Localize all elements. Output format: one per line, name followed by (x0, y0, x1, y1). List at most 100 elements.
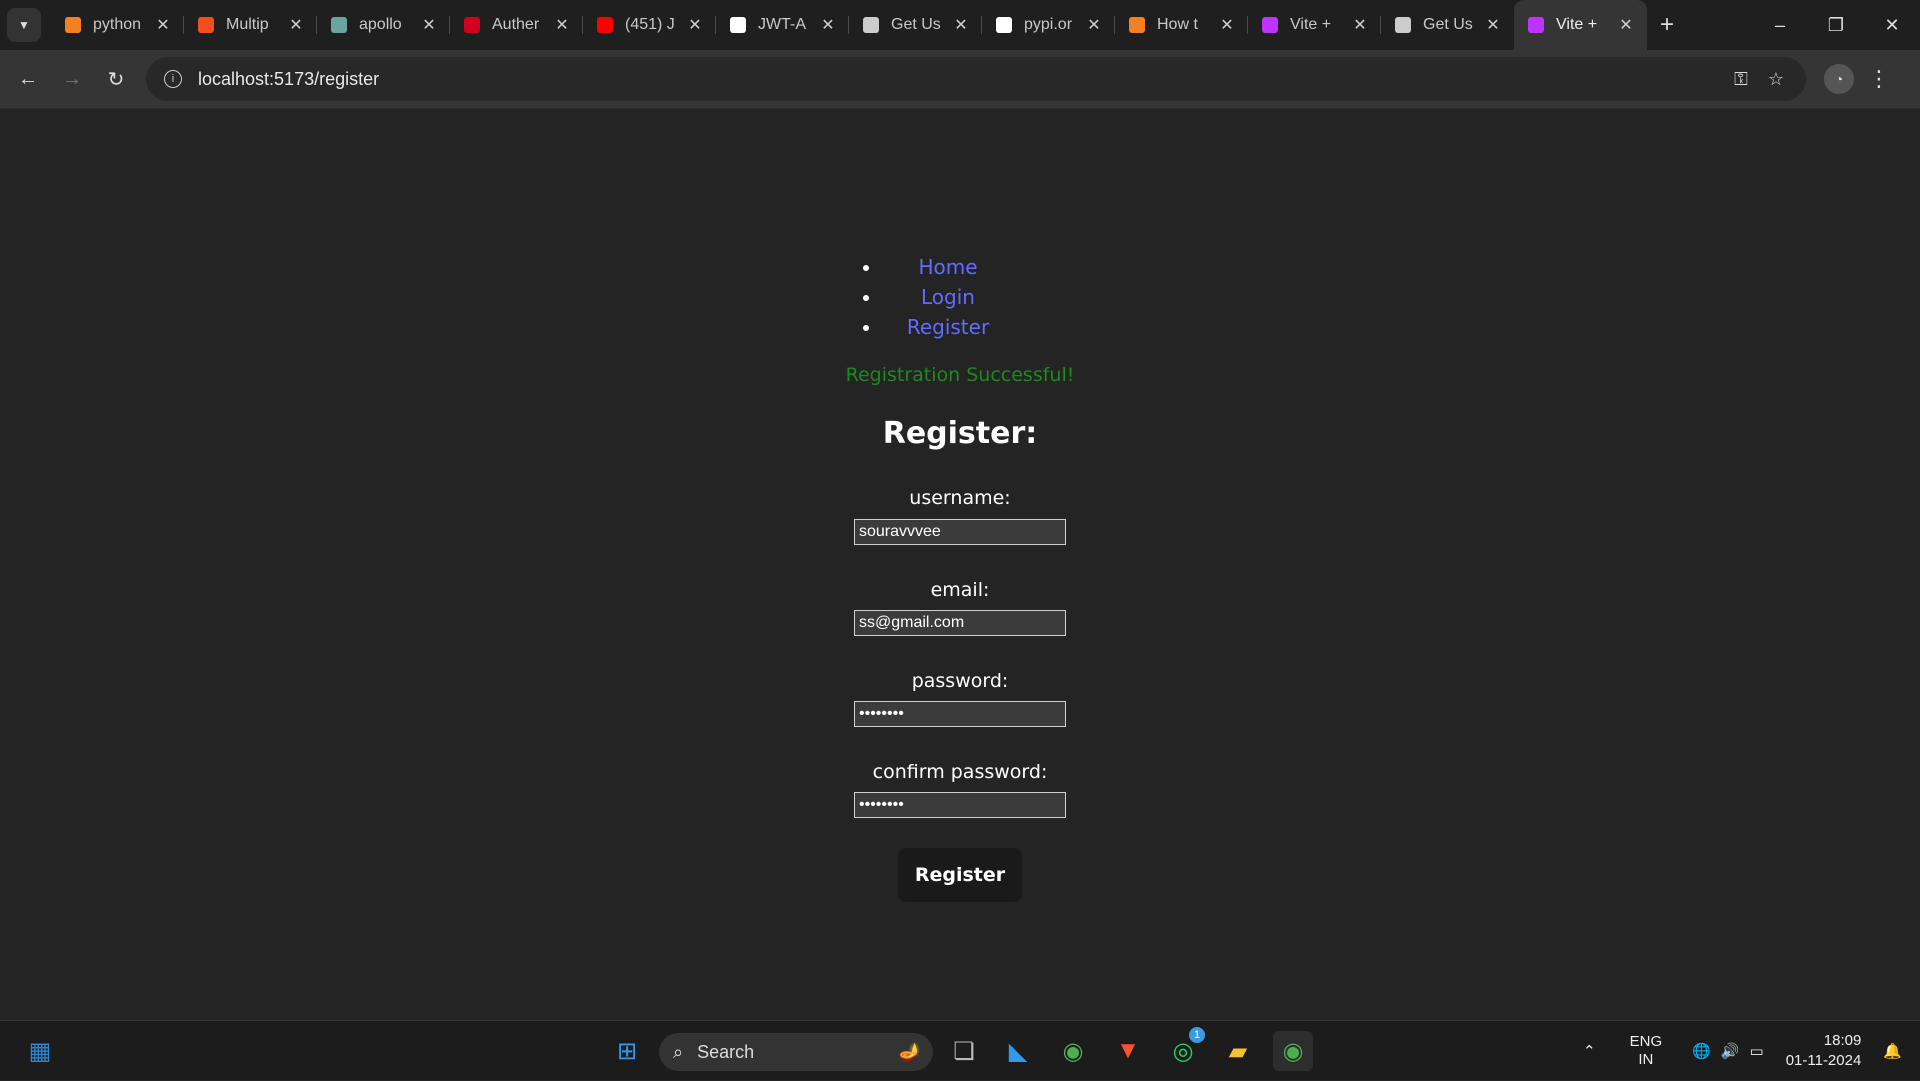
lang-top: ENG (1629, 1033, 1663, 1050)
close-tab-icon[interactable]: ✕ (1484, 15, 1502, 35)
close-tab-icon[interactable]: ✕ (287, 15, 305, 35)
close-tab-icon[interactable]: ✕ (1085, 15, 1103, 35)
register-link[interactable]: Register (882, 312, 1014, 342)
brave-icon[interactable]: ▼ (1108, 1031, 1148, 1071)
notification-badge: 1 (1189, 1027, 1205, 1043)
person-icon: ◔ (1834, 71, 1844, 87)
browser-tab[interactable]: Get Us ✕ (1381, 0, 1514, 50)
tab-title: Get Us (1423, 16, 1473, 33)
close-tab-icon[interactable]: ✕ (1617, 15, 1635, 35)
confirm-password-field[interactable] (854, 792, 1066, 818)
browser-tab[interactable]: pypi.or ✕ (982, 0, 1115, 50)
home-link[interactable]: Home (882, 252, 1014, 282)
tab-title: Vite + (1290, 16, 1332, 33)
browser-tab[interactable]: (451) J ✕ (583, 0, 716, 50)
email-field[interactable] (854, 610, 1066, 636)
browser-menu-button[interactable]: ⋮ (1868, 66, 1890, 92)
volume-icon[interactable]: 🔊 (1721, 1042, 1740, 1060)
password-field[interactable] (854, 701, 1066, 727)
back-button[interactable]: ← (6, 57, 50, 101)
browser-tab[interactable]: Get Us ✕ (849, 0, 982, 50)
battery-icon[interactable]: ▭ (1750, 1042, 1764, 1060)
system-tray: ⌃ ENG IN 🌐 🔊 ▭ 18:09 01-11-2024 🔔 (1583, 1021, 1920, 1081)
close-tab-icon[interactable]: ✕ (154, 15, 172, 35)
page-title: Register: (882, 416, 1038, 451)
tab-title: Vite + (1556, 16, 1598, 33)
plus-icon: + (1659, 11, 1674, 38)
forward-button[interactable]: → (50, 57, 94, 101)
profile-avatar[interactable]: ◔ (1824, 64, 1854, 94)
clock-date: 01-11-2024 (1785, 1052, 1862, 1069)
back-arrow-icon: ← (18, 67, 38, 90)
site-nav: Home Login Register (882, 252, 1014, 342)
apollo-icon (331, 17, 347, 33)
bookmark-star-icon[interactable]: ☆ (1768, 69, 1784, 90)
file-explorer-icon[interactable]: ▰ (1218, 1031, 1258, 1071)
close-window-button[interactable]: ✕ (1864, 0, 1920, 50)
clock[interactable]: 18:09 01-11-2024 (1786, 1031, 1862, 1071)
browser-tab[interactable]: Multip ✕ (184, 0, 317, 50)
restore-button[interactable]: ❐ (1808, 0, 1864, 50)
tab-title: pypi.or (1024, 16, 1073, 33)
username-label: username: (909, 487, 1011, 509)
browser-tab[interactable]: How t ✕ (1115, 0, 1248, 50)
page-content: Home Login Register Registration Success… (0, 110, 1920, 1020)
nav-item-login: Login (882, 282, 1014, 312)
chrome-active-icon[interactable]: ◉ (1273, 1031, 1313, 1071)
github-icon (730, 17, 746, 33)
lang-bottom: IN (1638, 1051, 1654, 1068)
close-tab-icon[interactable]: ✕ (553, 15, 571, 35)
browser-tab[interactable]: apollo ✕ (317, 0, 450, 50)
vscode-icon[interactable]: ◣ (998, 1031, 1038, 1071)
tab-search-button[interactable]: ▼ (7, 8, 41, 42)
browser-tab[interactable]: Auther ✕ (450, 0, 583, 50)
close-tab-icon[interactable]: ✕ (686, 15, 704, 35)
diwali-highlight-icon: 🪔 (898, 1041, 921, 1062)
tab-title: (451) J (625, 16, 675, 33)
address-bar[interactable]: i localhost:5173/register ⚿ ☆ (146, 57, 1806, 101)
network-icon[interactable]: 🌐 (1692, 1042, 1711, 1060)
nav-item-register: Register (882, 312, 1014, 342)
close-tab-icon[interactable]: ✕ (1351, 15, 1369, 35)
site-info-icon[interactable]: i (164, 70, 182, 88)
close-tab-icon[interactable]: ✕ (1218, 15, 1236, 35)
register-button[interactable]: Register (898, 848, 1022, 902)
notification-bell-icon[interactable]: 🔔 (1883, 1042, 1902, 1060)
close-tab-icon[interactable]: ✕ (952, 15, 970, 35)
task-view-icon[interactable]: ❏ (944, 1031, 984, 1071)
key-icon[interactable]: ⚿ (1734, 69, 1748, 90)
tab-list: python ✕ Multip ✕ apollo ✕ Auther ✕ (451) J ✕ JWT-… (51, 0, 1647, 50)
close-tab-icon[interactable]: ✕ (819, 15, 837, 35)
figma-icon (198, 17, 214, 33)
chevron-up-icon[interactable]: ⌃ (1583, 1042, 1596, 1060)
url-text: localhost:5173/register (198, 68, 380, 89)
tab-title: apollo (359, 16, 402, 33)
browser-tab[interactable]: Vite + ✕ (1514, 0, 1647, 50)
windows-start-icon[interactable]: ⊞ (607, 1031, 647, 1071)
success-message: Registration Successful! (845, 364, 1075, 386)
browser-tab[interactable]: Vite + ✕ (1248, 0, 1381, 50)
whatsapp-icon[interactable]: ◎ 1 (1163, 1027, 1205, 1071)
tab-title: Multip (226, 16, 269, 33)
new-tab-button[interactable]: + (1647, 11, 1687, 39)
username-field[interactable] (854, 519, 1066, 545)
email-label: email: (930, 579, 990, 601)
login-link[interactable]: Login (882, 282, 1014, 312)
browser-toolbar: ← → ↻ i localhost:5173/register ⚿ ☆ ◔ ⋮ (0, 50, 1920, 109)
browser-tab[interactable]: python ✕ (51, 0, 184, 50)
taskbar-search[interactable]: ⌕ Search 🪔 (659, 1033, 933, 1071)
minimize-button[interactable]: – (1752, 0, 1808, 50)
reload-button[interactable]: ↻ (94, 57, 138, 101)
browser-tab[interactable]: JWT-A ✕ (716, 0, 849, 50)
vite-icon (1262, 17, 1278, 33)
chrome-icon[interactable]: ◉ (1053, 1031, 1093, 1071)
auth-icon (464, 17, 480, 33)
nav-item-home: Home (882, 252, 1014, 282)
pypi-icon (996, 17, 1012, 33)
language-indicator[interactable]: ENG IN (1630, 1033, 1663, 1069)
globe-icon (1395, 17, 1411, 33)
widgets-icon[interactable]: ▦ (20, 1031, 60, 1071)
window-controls: – ❐ ✕ (1752, 0, 1920, 50)
close-tab-icon[interactable]: ✕ (420, 15, 438, 35)
tab-title: JWT-A (758, 16, 806, 33)
